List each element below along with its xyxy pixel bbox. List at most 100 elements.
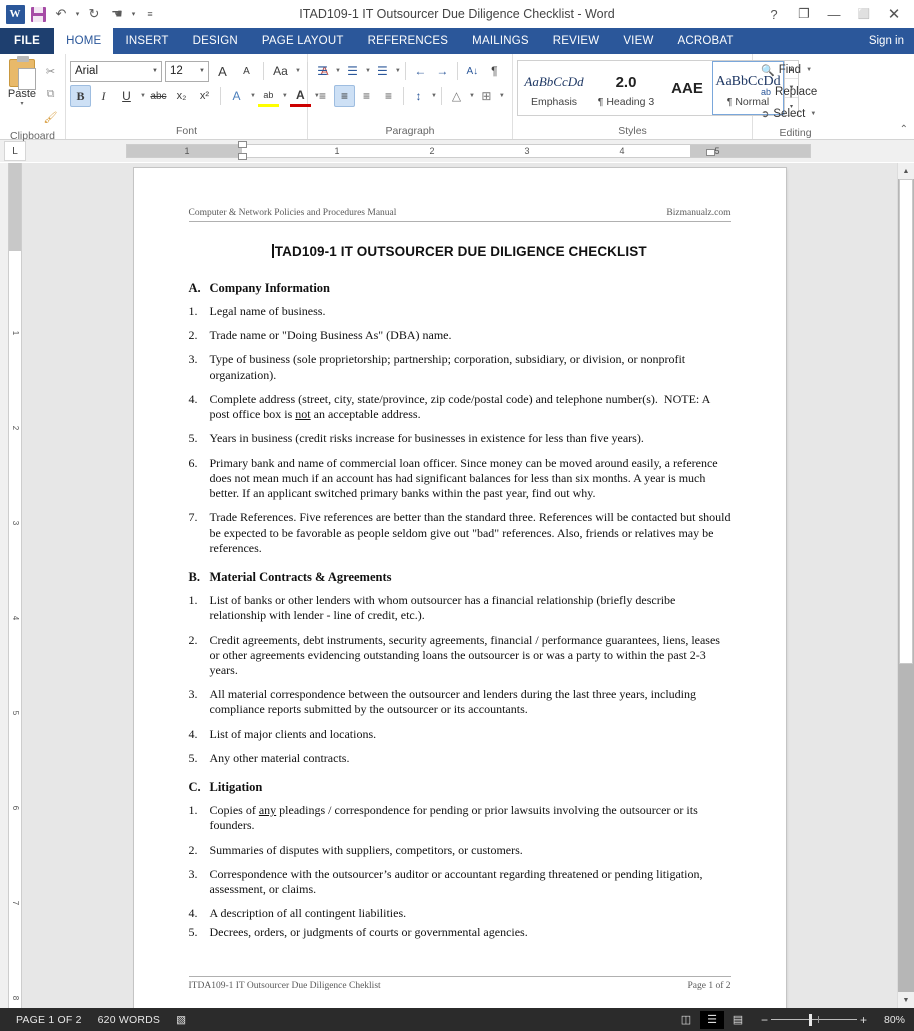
align-left-icon[interactable]: ≡ [312, 85, 333, 107]
right-indent-marker[interactable] [706, 149, 715, 156]
document-page[interactable]: Computer & Network Policies and Procedur… [133, 168, 786, 1008]
tab-acrobat[interactable]: ACROBAT [666, 28, 746, 54]
tab-view[interactable]: VIEW [611, 28, 665, 54]
shrink-font-icon[interactable]: A [236, 60, 257, 82]
zoom-out-button[interactable]: − [758, 1013, 771, 1027]
redo-icon[interactable]: ↻ [83, 3, 105, 25]
web-layout-view-button[interactable]: ▤ [726, 1011, 750, 1029]
underline-button[interactable]: U [116, 85, 137, 107]
multilevel-list-icon[interactable]: ☰ [372, 60, 393, 82]
select-dropdown-icon[interactable]: ▼ [810, 111, 816, 117]
shading-icon[interactable]: △ [446, 85, 467, 107]
zoom-slider[interactable]: − + [758, 1013, 870, 1027]
tab-mailings[interactable]: MAILINGS [460, 28, 541, 54]
zoom-in-button[interactable]: + [857, 1013, 870, 1027]
restore-button[interactable]: ⬜ [850, 3, 878, 25]
font-name-input[interactable]: Arial ▼ [70, 60, 162, 82]
ribbon-display-options-button[interactable]: ❐ [790, 3, 818, 25]
tab-file[interactable]: FILE [0, 28, 55, 54]
sign-in-link[interactable]: Sign in [869, 28, 914, 54]
highlight-icon[interactable]: ab [257, 85, 279, 107]
numbering-dropdown-icon[interactable]: ▼ [365, 68, 371, 74]
select-button[interactable]: ➲ Select ▼ [757, 103, 820, 125]
touch-dropdown-icon[interactable]: ▾ [129, 3, 138, 25]
format-painter-icon[interactable]: 🖌 [40, 106, 61, 128]
change-case-dropdown-icon[interactable]: ▼ [295, 68, 301, 74]
multilevel-dropdown-icon[interactable]: ▼ [395, 68, 401, 74]
tab-insert[interactable]: INSERT [113, 28, 180, 54]
style-emphasis[interactable]: AaBbCcDd Emphasis [518, 61, 590, 115]
justify-icon[interactable]: ≡ [378, 85, 399, 107]
line-spacing-icon[interactable]: ↕ [408, 85, 429, 107]
scroll-up-icon[interactable]: ▲ [898, 163, 914, 179]
scrollbar-track[interactable] [898, 179, 914, 992]
tab-page-layout[interactable]: PAGE LAYOUT [250, 28, 356, 54]
grow-font-icon[interactable]: A [212, 60, 233, 82]
hanging-indent-marker[interactable] [238, 153, 247, 160]
find-dropdown-icon[interactable]: ▼ [806, 67, 812, 73]
read-mode-view-button[interactable]: ◫ [674, 1011, 698, 1029]
minimize-button[interactable]: — [820, 3, 848, 25]
save-icon[interactable] [27, 3, 49, 25]
numbering-icon[interactable]: ☰ [342, 60, 363, 82]
horizontal-ruler[interactable]: 1 1 2 3 4 5 [126, 141, 811, 160]
italic-button[interactable]: I [93, 85, 114, 107]
tab-design[interactable]: DESIGN [181, 28, 250, 54]
shading-dropdown-icon[interactable]: ▼ [469, 93, 475, 99]
align-center-icon[interactable]: ≡ [334, 85, 355, 107]
page-indicator[interactable]: PAGE 1 OF 2 [8, 1014, 90, 1026]
sort-icon[interactable]: A↓ [462, 60, 483, 82]
tab-references[interactable]: REFERENCES [356, 28, 461, 54]
replace-button[interactable]: ab Replace [757, 81, 821, 103]
collapse-ribbon-icon[interactable]: ⌃ [900, 124, 908, 135]
borders-dropdown-icon[interactable]: ▼ [499, 93, 505, 99]
word-logo-icon[interactable]: W [4, 3, 26, 25]
text-effects-icon[interactable]: A [226, 85, 247, 107]
superscript-button[interactable]: x² [194, 85, 215, 107]
paste-button[interactable]: Paste ▾ [4, 56, 40, 107]
line-spacing-dropdown-icon[interactable]: ▼ [431, 93, 437, 99]
change-case-icon[interactable]: Aa [270, 60, 291, 82]
first-line-indent-marker[interactable] [238, 141, 247, 148]
style-aae[interactable]: AAE [662, 61, 712, 115]
paste-dropdown-icon[interactable]: ▾ [20, 100, 23, 107]
quick-access-toolbar[interactable]: W ↶ ▾ ↻ ☚ ▾ ≡ [0, 3, 161, 25]
increase-indent-icon[interactable]: → [432, 60, 453, 82]
align-right-icon[interactable]: ≡ [356, 85, 377, 107]
touch-mode-icon[interactable]: ☚ [106, 3, 128, 25]
scrollbar-thumb[interactable] [899, 179, 913, 664]
strikethrough-button[interactable]: abc [148, 85, 169, 107]
font-size-dropdown-icon[interactable]: ▼ [199, 68, 205, 74]
highlight-dropdown-icon[interactable]: ▼ [282, 93, 288, 99]
show-formatting-marks-icon[interactable]: ¶ [484, 60, 505, 82]
vertical-ruler[interactable]: 1 2 3 4 5 6 7 8 [0, 163, 22, 1008]
vertical-scrollbar[interactable]: ▲ ▼ [897, 163, 914, 1008]
zoom-level-label[interactable]: 80% [878, 1014, 906, 1026]
text-effects-dropdown-icon[interactable]: ▼ [250, 93, 256, 99]
style-heading3[interactable]: 2.0 ¶ Heading 3 [590, 61, 662, 115]
find-button[interactable]: 🔍 Find ▼ [757, 59, 816, 81]
tab-stop-selector[interactable]: L [4, 141, 26, 161]
borders-icon[interactable]: ⊞ [476, 85, 497, 107]
bullets-icon[interactable]: ☰ [312, 60, 333, 82]
customize-qat-icon[interactable]: ≡ [139, 3, 161, 25]
bullets-dropdown-icon[interactable]: ▼ [335, 68, 341, 74]
undo-icon[interactable]: ↶ [50, 3, 72, 25]
close-button[interactable]: ✕ [880, 3, 908, 25]
copy-icon[interactable]: ⧉ [40, 83, 61, 105]
help-button[interactable]: ? [760, 3, 788, 25]
proofing-status-icon[interactable]: ▧ [168, 1014, 194, 1026]
print-layout-view-button[interactable]: ☰ [700, 1010, 724, 1029]
font-name-dropdown-icon[interactable]: ▼ [152, 68, 158, 74]
subscript-button[interactable]: x₂ [171, 85, 192, 107]
tab-review[interactable]: REVIEW [541, 28, 612, 54]
decrease-indent-icon[interactable]: ← [410, 60, 431, 82]
cut-icon[interactable]: ✂ [40, 60, 61, 82]
undo-dropdown-icon[interactable]: ▾ [73, 3, 82, 25]
font-size-input[interactable]: 12 ▼ [165, 60, 209, 82]
tab-home[interactable]: HOME [54, 28, 114, 54]
word-count-indicator[interactable]: 620 WORDS [90, 1014, 168, 1026]
underline-dropdown-icon[interactable]: ▼ [140, 93, 146, 99]
bold-button[interactable]: B [70, 85, 91, 107]
scroll-down-icon[interactable]: ▼ [898, 992, 914, 1008]
